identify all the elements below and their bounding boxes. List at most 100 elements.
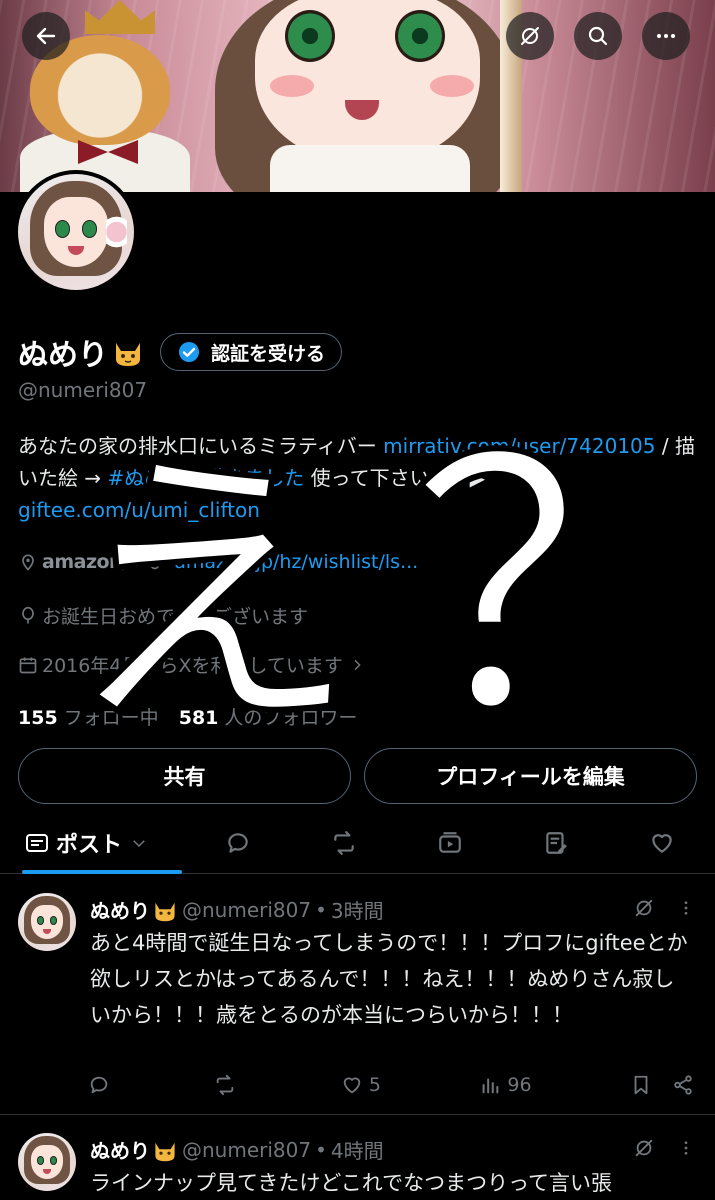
profile-joined: 2016年4月からXを利用しています <box>18 651 369 678</box>
tab-articles[interactable] <box>532 812 580 874</box>
tab-reposts[interactable] <box>320 812 368 874</box>
post-author-name[interactable]: ぬめり <box>90 895 150 924</box>
tab-underline <box>22 870 182 874</box>
like-count: 5 <box>368 1074 381 1096</box>
like-button[interactable]: 5 <box>341 1074 381 1096</box>
share-icon[interactable] <box>672 1074 694 1096</box>
post-item[interactable]: ぬめり @numeri807 • 4時間 ラインナップ見てきたけどこれでなつまつ… <box>0 1115 715 1200</box>
website-link[interactable]: amazon.jp/hz/wishlist/ls... <box>174 551 418 573</box>
banner-eye-left <box>285 10 335 62</box>
profile-location: お誕生日おめでとうございます <box>18 602 308 629</box>
more-vertical-icon[interactable] <box>677 1137 695 1159</box>
search-icon <box>588 26 608 46</box>
cat-emoji-icon <box>155 1142 175 1161</box>
back-button[interactable] <box>22 12 70 60</box>
followers-count: 581 <box>178 707 219 729</box>
more-button[interactable] <box>642 12 690 60</box>
post-header-icons <box>633 1137 695 1159</box>
dot-separator: • <box>315 897 327 922</box>
banner-eye-right <box>395 10 445 62</box>
media-icon <box>439 832 461 853</box>
more-vertical-icon[interactable] <box>677 897 695 919</box>
post-avatar-image <box>18 893 76 951</box>
post-time: 3時間 <box>330 899 384 923</box>
post-item[interactable]: ぬめり @numeri807 • 3時間 あと4時間で誕生日なってしまうので！！… <box>0 875 715 1115</box>
profile-handle: @numeri807 <box>18 378 148 402</box>
article-icon <box>546 832 567 854</box>
post-extra-actions <box>630 1074 700 1096</box>
post-author-handle: @numeri807 <box>182 897 312 922</box>
view-count: 96 <box>507 1074 532 1096</box>
post-header-icons <box>633 897 695 919</box>
post-time: 4時間 <box>330 1139 384 1163</box>
location-pin-icon <box>22 554 34 571</box>
grok-button[interactable] <box>506 12 554 60</box>
following-count: 155 <box>18 707 58 729</box>
bio-text-1: あなたの家の排水口にいるミラティバー <box>18 434 384 458</box>
bio-hashtag[interactable]: #ぬめりが描きました <box>107 466 304 490</box>
grok-icon[interactable] <box>633 897 655 919</box>
link-icon <box>150 554 166 570</box>
banner-cheek-left <box>270 75 314 97</box>
tab-posts[interactable]: ポスト <box>24 812 184 874</box>
edit-profile-label: プロフィールを編集 <box>436 765 625 789</box>
post-header: ぬめり @numeri807 • 3時間 <box>90 895 384 924</box>
followers-link[interactable]: 581 人のフォロワー <box>179 707 358 729</box>
banner-collar <box>270 145 470 192</box>
following-label: フォロー中 <box>63 707 159 729</box>
profile-website: amazon▶ amazon.jp/hz/wishlist/ls... <box>18 551 418 573</box>
verified-badge-icon <box>179 342 199 362</box>
reply-button[interactable] <box>88 1074 116 1096</box>
heart-icon <box>343 1077 361 1094</box>
bio-text-3: 使って下さいなっ▶ <box>304 466 485 490</box>
tab-posts-label: ポスト <box>56 833 123 858</box>
profile-name-row: ぬめり 認証を受ける <box>18 330 343 374</box>
profile-avatar[interactable] <box>14 170 138 294</box>
following-link[interactable]: 155 フォロー中 <box>18 707 159 729</box>
followers-label: 人のフォロワー <box>224 707 358 729</box>
bookmark-icon[interactable] <box>630 1074 652 1096</box>
post-author-handle: @numeri807 <box>182 1137 312 1162</box>
post-avatar-eye-left <box>36 916 45 925</box>
repost-icon <box>217 1074 234 1096</box>
chevron-right-icon[interactable] <box>349 657 365 673</box>
cat-emoji-icon <box>116 343 140 366</box>
tab-media[interactable] <box>426 812 474 874</box>
edit-profile-button[interactable]: プロフィールを編集 <box>364 748 697 804</box>
post-avatar-image <box>18 1133 76 1191</box>
reply-bubble-icon <box>228 833 248 853</box>
post-actions: 5 96 <box>88 1070 700 1100</box>
repost-icon <box>334 831 354 855</box>
chevron-down-icon <box>133 840 145 848</box>
avatar-eye-left <box>55 220 71 238</box>
dot-separator: • <box>315 1137 327 1162</box>
profile-tabs: ポスト <box>0 812 715 874</box>
post-author-name[interactable]: ぬめり <box>90 1135 150 1164</box>
get-verified-label: 認証を受ける <box>211 342 326 365</box>
post-avatar[interactable] <box>18 893 76 951</box>
arrow-left-icon <box>36 27 56 45</box>
tab-likes[interactable] <box>638 812 686 874</box>
profile-bio: あなたの家の排水口にいるミラティバー mirrativ.com/user/742… <box>18 430 698 526</box>
views-button[interactable]: 96 <box>479 1074 532 1096</box>
avatar-face <box>43 197 109 267</box>
follow-stats: 155 フォロー中 581 人のフォロワー <box>18 703 357 730</box>
avatar-image <box>18 174 134 290</box>
post-header: ぬめり @numeri807 • 4時間 <box>90 1135 384 1164</box>
grok-icon[interactable] <box>633 1137 655 1159</box>
calendar-icon <box>19 657 37 673</box>
post-avatar[interactable] <box>18 1133 76 1191</box>
location-text: お誕生日おめでとうございます <box>42 606 309 628</box>
display-name: ぬめり <box>18 338 108 373</box>
avatar-eye-right <box>81 220 97 238</box>
share-label: 共有 <box>163 765 206 789</box>
bio-link-mirrativ[interactable]: mirrativ.com/user/7420105 <box>383 434 655 458</box>
repost-button[interactable] <box>214 1074 242 1096</box>
tab-replies[interactable] <box>214 812 262 874</box>
search-button[interactable] <box>574 12 622 60</box>
get-verified-button[interactable]: 認証を受ける <box>160 333 343 371</box>
banner-cheek-right <box>430 75 474 97</box>
bio-link-giftee[interactable]: giftee.com/u/umi_clifton <box>18 498 260 522</box>
posts-icon <box>26 834 48 852</box>
share-button[interactable]: 共有 <box>18 748 351 804</box>
